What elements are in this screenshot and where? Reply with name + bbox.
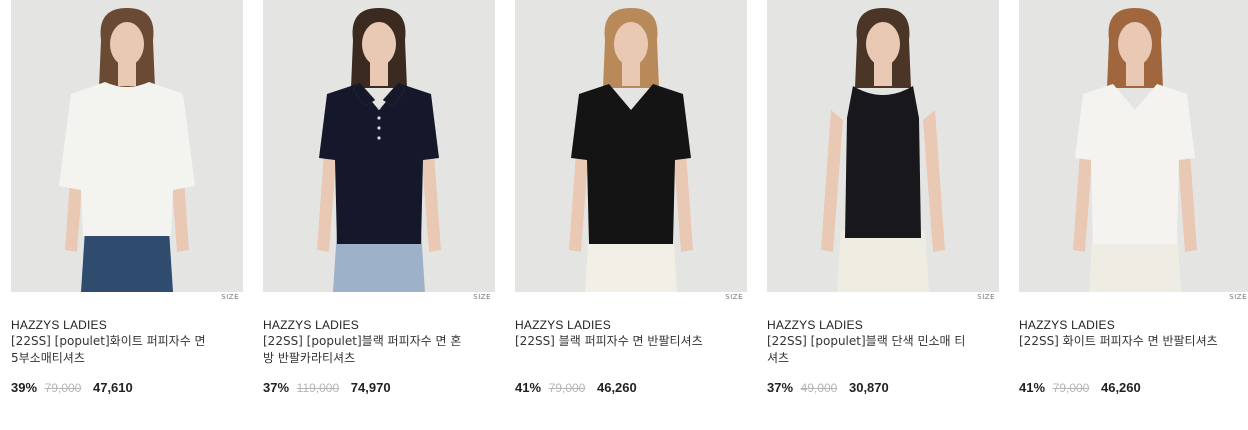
button-dot [377, 116, 381, 120]
sale-price: 30,870 [848, 380, 889, 395]
product-brand[interactable]: HAZZYS LADIES [767, 318, 863, 332]
arm-right [923, 110, 945, 252]
size-row: SIZE [767, 292, 999, 302]
button-dot [377, 136, 381, 140]
price-row: 37% 119,000 74,970 [263, 380, 391, 395]
discount-rate: 37% [263, 380, 290, 395]
sale-price: 47,610 [92, 380, 133, 395]
shirt [845, 86, 921, 238]
arm-left [821, 110, 843, 252]
face [110, 22, 144, 66]
product-grid: SIZE HAZZYS LADIES [22SS] [populet]화이트 퍼… [0, 0, 1248, 430]
pants [81, 230, 173, 292]
price-row: 41% 79,000 46,260 [515, 380, 637, 395]
sale-price: 46,260 [1100, 380, 1141, 395]
product-name[interactable]: [22SS] 화이트 퍼피자수 면 반팔티셔츠 [1019, 333, 1224, 350]
price-row: 41% 79,000 46,260 [1019, 380, 1141, 395]
discount-rate: 41% [515, 380, 542, 395]
product-image[interactable] [1019, 0, 1248, 292]
button-dot [377, 106, 381, 110]
original-price: 49,000 [800, 381, 838, 395]
pants [837, 230, 929, 292]
product-card[interactable]: SIZE HAZZYS LADIES [22SS] [populet]블랙 퍼피… [263, 0, 495, 395]
product-image[interactable] [767, 0, 999, 292]
product-name[interactable]: [22SS] [populet]블랙 퍼피자수 면 혼방 반팔카라티셔츠 [263, 333, 468, 367]
face [362, 22, 396, 66]
product-card[interactable]: SIZE HAZZYS LADIES [22SS] 화이트 퍼피자수 면 반팔티… [1019, 0, 1248, 395]
size-button[interactable]: SIZE [725, 293, 743, 301]
size-button[interactable]: SIZE [977, 293, 995, 301]
discount-rate: 39% [11, 380, 38, 395]
price-row: 37% 49,000 30,870 [767, 380, 889, 395]
product-name[interactable]: [22SS] [populet]화이트 퍼피자수 면 5부소매티셔츠 [11, 333, 216, 367]
product-name[interactable]: [22SS] 블랙 퍼피자수 면 반팔티셔츠 [515, 333, 720, 350]
face [1118, 22, 1152, 66]
discount-rate: 37% [767, 380, 794, 395]
size-button[interactable]: SIZE [1229, 293, 1247, 301]
original-price: 119,000 [296, 381, 340, 395]
product-card[interactable]: SIZE HAZZYS LADIES [22SS] [populet]화이트 퍼… [11, 0, 243, 395]
shirt [571, 84, 691, 244]
product-brand[interactable]: HAZZYS LADIES [263, 318, 359, 332]
sale-price: 46,260 [596, 380, 637, 395]
product-image[interactable] [515, 0, 747, 292]
size-row: SIZE [263, 292, 495, 302]
price-row: 39% 79,000 47,610 [11, 380, 133, 395]
product-name[interactable]: [22SS] [populet]블랙 단색 민소매 티셔츠 [767, 333, 972, 367]
product-brand[interactable]: HAZZYS LADIES [515, 318, 611, 332]
product-card[interactable]: SIZE HAZZYS LADIES [22SS] [populet]블랙 단색… [767, 0, 999, 395]
size-button[interactable]: SIZE [221, 293, 239, 301]
shirt [1075, 84, 1195, 244]
size-button[interactable]: SIZE [473, 293, 491, 301]
size-row: SIZE [1019, 292, 1248, 302]
original-price: 79,000 [1052, 381, 1090, 395]
product-image[interactable] [263, 0, 495, 292]
product-image[interactable] [11, 0, 243, 292]
sale-price: 74,970 [350, 380, 391, 395]
original-price: 79,000 [548, 381, 586, 395]
face [614, 22, 648, 66]
face [866, 22, 900, 66]
discount-rate: 41% [1019, 380, 1046, 395]
product-brand[interactable]: HAZZYS LADIES [11, 318, 107, 332]
product-card[interactable]: SIZE HAZZYS LADIES [22SS] 블랙 퍼피자수 면 반팔티셔… [515, 0, 747, 395]
size-row: SIZE [515, 292, 747, 302]
button-dot [377, 126, 381, 130]
size-row: SIZE [11, 292, 243, 302]
original-price: 79,000 [44, 381, 82, 395]
product-brand[interactable]: HAZZYS LADIES [1019, 318, 1115, 332]
